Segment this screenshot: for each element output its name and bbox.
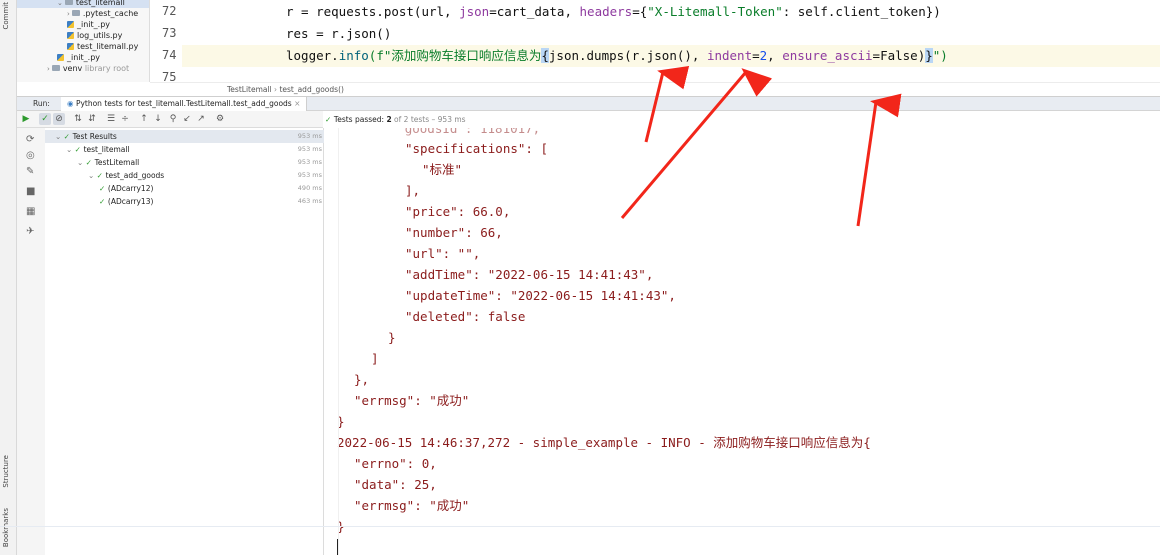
- arrow-to-ensure-ascii-arg: [856, 93, 902, 227]
- arrow-to-json-call: [644, 66, 690, 143]
- annotation-arrows: [620, 66, 902, 227]
- arrow-to-indent-arg: [620, 68, 773, 219]
